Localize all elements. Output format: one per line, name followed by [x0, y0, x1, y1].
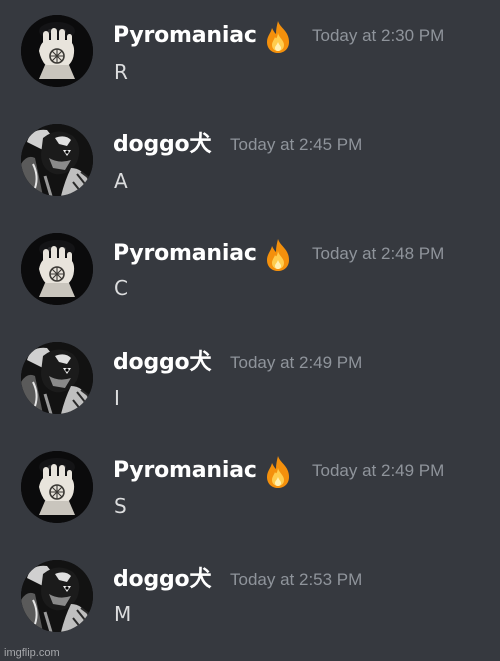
username[interactable]: doggo犬 [113, 562, 211, 598]
message-item: Pyromaniac Today at 2:49 PM S [0, 436, 500, 536]
watermark: imgflip.com [4, 647, 60, 659]
message-item: Pyromaniac Today at 2:30 PM R [0, 0, 500, 100]
username[interactable]: Pyromaniac [113, 236, 257, 272]
message-item: doggo犬 Today at 2:45 PM A [0, 109, 500, 209]
doggo-avatar-icon[interactable] [21, 560, 93, 632]
fire-emoji [262, 455, 294, 489]
username[interactable]: Pyromaniac [113, 18, 257, 54]
message-content: S [114, 494, 127, 518]
message-timestamp[interactable]: Today at 2:49 PM [230, 348, 362, 378]
message-content: C [114, 276, 128, 300]
message-timestamp[interactable]: Today at 2:45 PM [230, 130, 362, 160]
username[interactable]: doggo犬 [113, 345, 211, 381]
message-timestamp[interactable]: Today at 2:53 PM [230, 565, 362, 595]
message-timestamp[interactable]: Today at 2:49 PM [312, 456, 444, 486]
doggo-avatar-icon[interactable] [21, 124, 93, 196]
message-content: M [114, 602, 132, 626]
chat-log: Pyromaniac Today at 2:30 PM R doggo犬 Tod… [0, 0, 500, 661]
message-content: I [114, 386, 120, 410]
fire-emoji [262, 20, 294, 54]
message-item: doggo犬 Today at 2:49 PM I [0, 327, 500, 427]
doggo-avatar-icon[interactable] [21, 342, 93, 414]
pyromaniac-avatar-icon[interactable] [21, 233, 93, 305]
message-content: A [114, 169, 128, 193]
pyromaniac-avatar-icon[interactable] [21, 15, 93, 87]
message-item: doggo犬 Today at 2:53 PM M [0, 545, 500, 645]
fire-emoji [262, 238, 294, 272]
message-timestamp[interactable]: Today at 2:48 PM [312, 239, 444, 269]
pyromaniac-avatar-icon[interactable] [21, 451, 93, 523]
username[interactable]: doggo犬 [113, 127, 211, 163]
message-timestamp[interactable]: Today at 2:30 PM [312, 21, 444, 51]
message-content: R [114, 60, 128, 84]
username[interactable]: Pyromaniac [113, 453, 257, 489]
message-item: Pyromaniac Today at 2:48 PM C [0, 218, 500, 318]
